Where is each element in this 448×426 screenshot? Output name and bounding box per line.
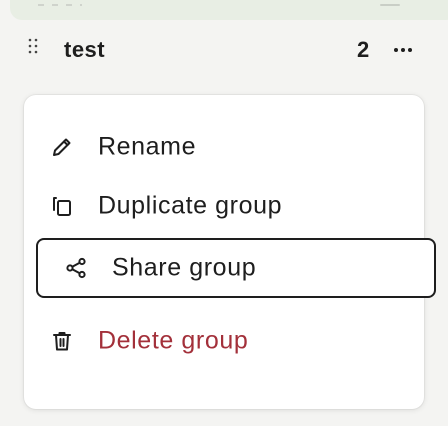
card-placeholder-dash <box>380 4 400 6</box>
menu-item-duplicate-group[interactable]: Duplicate group <box>24 178 424 234</box>
more-options-button[interactable] <box>388 36 418 64</box>
group-header: test 2 <box>0 24 448 80</box>
pencil-icon <box>51 136 73 158</box>
menu-item-rename[interactable]: Rename <box>24 119 424 175</box>
menu-item-share-group[interactable]: Share group <box>36 238 436 298</box>
group-item-count: 2 <box>357 37 370 62</box>
previous-card <box>10 0 448 20</box>
share-icon <box>65 257 87 279</box>
trash-icon <box>51 330 73 352</box>
page: test 2 Rename Duplicate group Share grou… <box>0 0 448 426</box>
menu-item-label: Duplicate group <box>98 191 283 220</box>
menu-item-delete-group[interactable]: Delete group <box>24 313 424 369</box>
menu-item-label: Delete group <box>98 326 249 355</box>
group-context-menu: Rename Duplicate group Share group Delet… <box>24 95 436 409</box>
group-name: test <box>64 37 106 62</box>
drag-handle-icon[interactable] <box>27 36 39 60</box>
duplicate-icon <box>51 195 73 217</box>
menu-item-label: Share group <box>112 253 257 282</box>
more-horizontal-icon <box>394 48 412 52</box>
menu-item-label: Rename <box>98 132 197 161</box>
card-placeholder-line <box>38 4 82 6</box>
